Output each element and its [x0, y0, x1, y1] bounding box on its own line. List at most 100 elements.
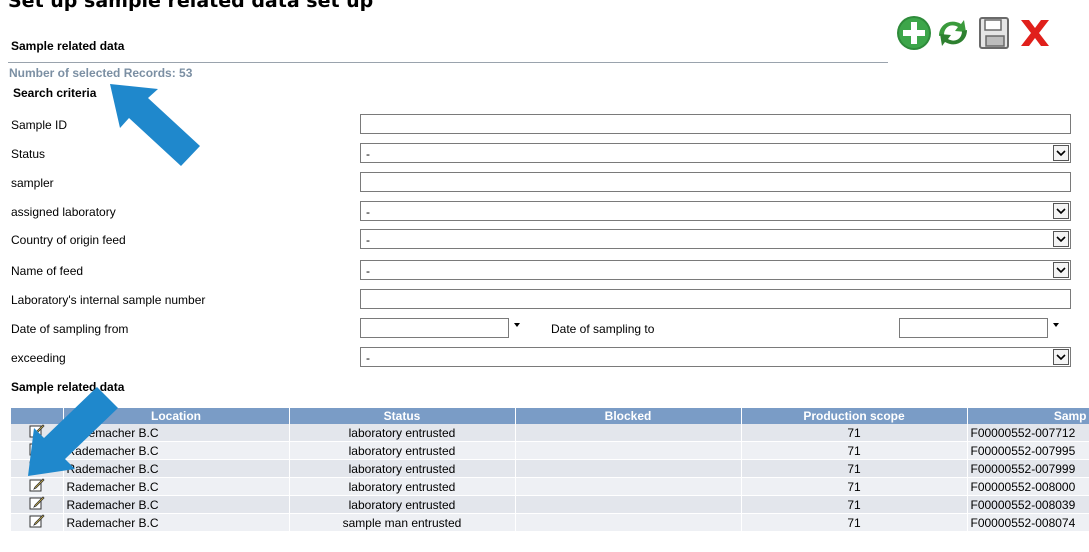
column-header-sample[interactable]: Samp: [967, 408, 1089, 424]
refresh-button[interactable]: [933, 10, 973, 54]
save-button[interactable]: [975, 10, 1015, 54]
add-circle-icon: [897, 16, 931, 50]
page-heading: Set up sample related data set up: [8, 0, 374, 12]
section-title: Sample related data: [11, 39, 125, 53]
country-of-origin-value: -: [366, 233, 370, 247]
table-header-row: Location Status Blocked Production scope…: [11, 408, 1089, 424]
status-cell: laboratory entrusted: [289, 424, 516, 442]
date-from-label: Date of sampling from: [11, 322, 129, 336]
assigned-laboratory-value: -: [366, 205, 370, 219]
exceeding-select[interactable]: -: [360, 347, 1071, 367]
status-cell: laboratory entrusted: [289, 459, 516, 478]
location-cell: Rademacher B.C: [63, 424, 290, 442]
chevron-down-icon[interactable]: [1053, 262, 1069, 278]
sample-cell: F00000552-008000: [967, 477, 1089, 496]
name-of-feed-row: Name of feed -: [0, 260, 1089, 284]
sample-cell: F00000552-008074: [967, 513, 1089, 532]
record-count: Number of selected Records: 53: [9, 66, 193, 80]
blocked-cell: [515, 477, 742, 496]
edit-cell[interactable]: [11, 513, 64, 532]
status-row: Status -: [0, 143, 1089, 167]
production-scope-cell: 71: [741, 513, 968, 532]
column-header-status[interactable]: Status: [289, 408, 516, 424]
production-scope-cell: 71: [741, 477, 968, 496]
blocked-cell: [515, 495, 742, 514]
status-cell: laboratory entrusted: [289, 477, 516, 496]
sampler-input[interactable]: [360, 172, 1071, 192]
edit-note-icon[interactable]: [29, 460, 45, 474]
exceeding-label: exceeding: [11, 351, 66, 365]
edit-cell[interactable]: [11, 424, 64, 442]
column-header-blocked[interactable]: Blocked: [515, 408, 742, 424]
location-cell: Rademacher B.C: [63, 477, 290, 496]
location-cell: Rademacher B.C: [63, 459, 290, 478]
edit-note-icon[interactable]: [29, 442, 45, 456]
refresh-icon: [939, 20, 967, 46]
edit-note-icon[interactable]: [29, 496, 45, 510]
sample-cell: F00000552-007712: [967, 424, 1089, 442]
table-row[interactable]: Rademacher B.C laboratory entrusted 71 F…: [11, 459, 1089, 478]
assigned-laboratory-label: assigned laboratory: [11, 205, 116, 219]
sample-cell: F00000552-007995: [967, 441, 1089, 460]
title-divider: [8, 62, 888, 63]
table-row[interactable]: Rademacher B.C laboratory entrusted 71 F…: [11, 424, 1089, 442]
exceeding-row: exceeding -: [0, 347, 1089, 371]
location-cell: Rademacher B.C: [63, 441, 290, 460]
status-cell: laboratory entrusted: [289, 441, 516, 460]
sample-cell: F00000552-008039: [967, 495, 1089, 514]
edit-note-icon[interactable]: [29, 514, 45, 528]
assigned-laboratory-select[interactable]: -: [360, 201, 1071, 221]
chevron-down-icon[interactable]: [1053, 203, 1069, 219]
edit-cell[interactable]: [11, 495, 64, 514]
caret-down-icon[interactable]: [514, 323, 520, 327]
column-header-production-scope[interactable]: Production scope: [741, 408, 968, 424]
production-scope-cell: 71: [741, 495, 968, 514]
edit-cell[interactable]: [11, 459, 64, 478]
table-row[interactable]: Rademacher B.C laboratory entrusted 71 F…: [11, 477, 1089, 496]
status-select-value: -: [366, 147, 370, 161]
sample-id-row: Sample ID: [0, 114, 1089, 138]
assigned-laboratory-row: assigned laboratory -: [0, 201, 1089, 225]
lab-internal-number-row: Laboratory's internal sample number: [0, 289, 1089, 313]
caret-down-icon[interactable]: [1053, 323, 1059, 327]
edit-cell[interactable]: [11, 441, 64, 460]
edit-cell[interactable]: [11, 477, 64, 496]
chevron-down-icon[interactable]: [1053, 231, 1069, 247]
production-scope-cell: 71: [741, 424, 968, 442]
sample-cell: F00000552-007999: [967, 459, 1089, 478]
blocked-cell: [515, 424, 742, 442]
sample-id-input[interactable]: [360, 114, 1071, 134]
country-of-origin-row: Country of origin feed -: [0, 229, 1089, 253]
edit-note-icon[interactable]: [29, 424, 45, 438]
blocked-cell: [515, 513, 742, 532]
chevron-down-icon[interactable]: [1053, 145, 1069, 161]
location-cell: Rademacher B.C: [63, 495, 290, 514]
red-x-icon: [1021, 20, 1049, 46]
blocked-cell: [515, 459, 742, 478]
exceeding-value: -: [366, 351, 370, 365]
table-row[interactable]: Rademacher B.C laboratory entrusted 71 F…: [11, 495, 1089, 514]
production-scope-cell: 71: [741, 459, 968, 478]
floppy-disk-icon: [979, 17, 1009, 49]
close-button[interactable]: [1015, 10, 1055, 54]
lab-internal-number-input[interactable]: [360, 289, 1071, 309]
results-table: Location Status Blocked Production scope…: [11, 408, 1089, 532]
edit-note-icon[interactable]: [29, 478, 45, 492]
sample-id-label: Sample ID: [11, 118, 68, 132]
status-cell: sample man entrusted: [289, 513, 516, 532]
date-from-input[interactable]: [360, 318, 509, 338]
chevron-down-icon[interactable]: [1053, 349, 1069, 365]
date-range-row: Date of sampling from Date of sampling t…: [0, 318, 1089, 342]
date-to-label: Date of sampling to: [551, 322, 655, 336]
column-header-location[interactable]: Location: [63, 408, 290, 424]
country-of-origin-select[interactable]: -: [360, 229, 1071, 249]
production-scope-cell: 71: [741, 441, 968, 460]
add-button[interactable]: [895, 10, 935, 54]
date-to-input[interactable]: [899, 318, 1048, 338]
status-select[interactable]: -: [360, 143, 1071, 163]
table-row[interactable]: Rademacher B.C laboratory entrusted 71 F…: [11, 441, 1089, 460]
location-cell: Rademacher B.C: [63, 513, 290, 532]
name-of-feed-select[interactable]: -: [360, 260, 1071, 280]
name-of-feed-label: Name of feed: [11, 264, 84, 278]
table-row[interactable]: Rademacher B.C sample man entrusted 71 F…: [11, 513, 1089, 532]
